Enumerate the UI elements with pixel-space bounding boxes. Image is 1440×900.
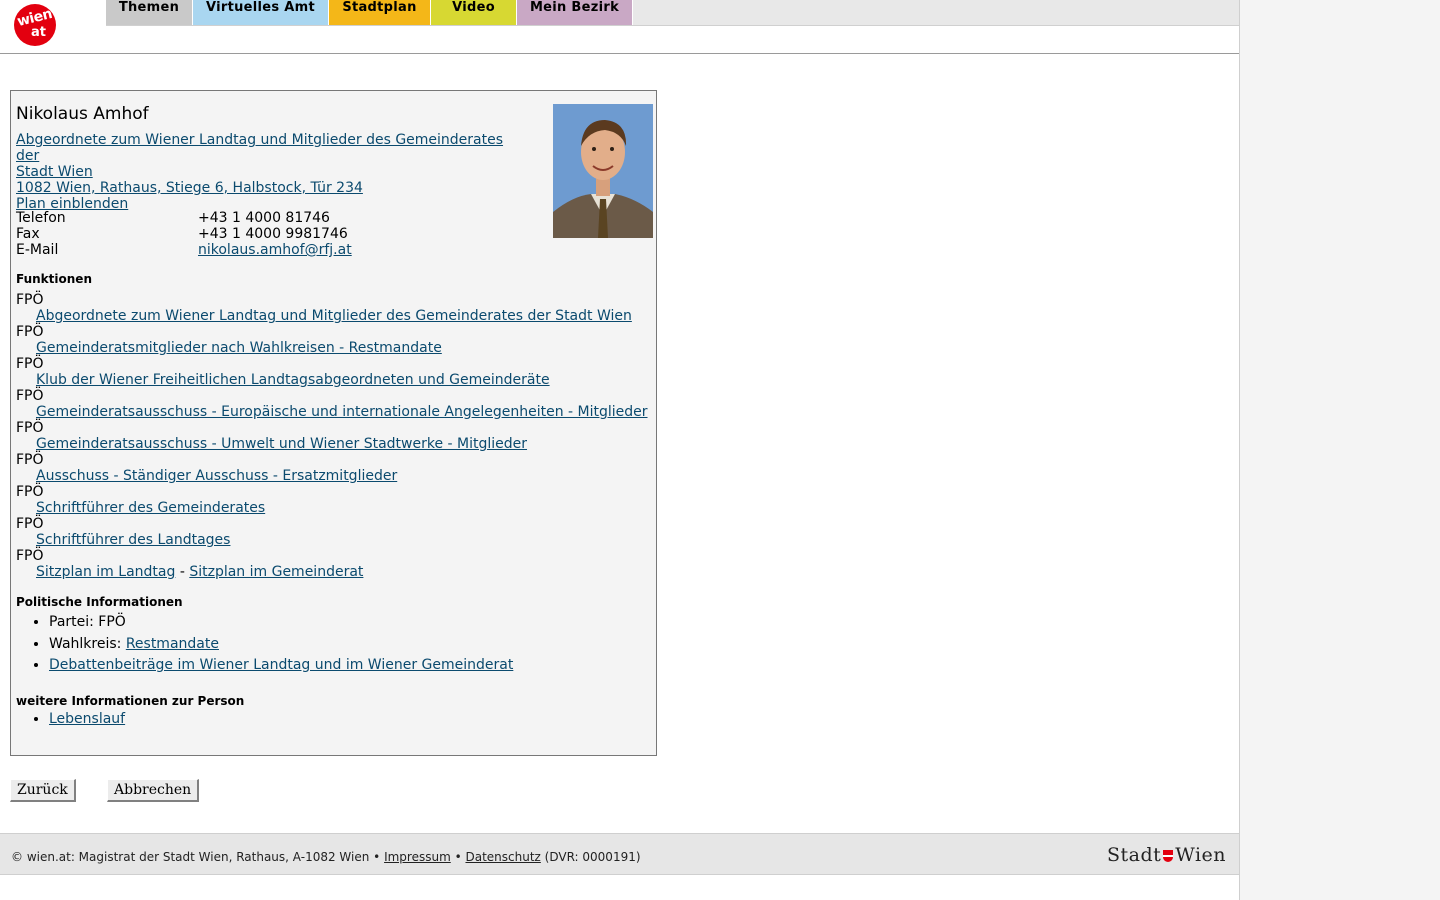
fax-label: Fax [16,226,40,242]
tab-themen[interactable]: Themen [106,0,193,25]
funktionen-heading: Funktionen [16,272,92,286]
function-link[interactable]: Schriftführer des Gemeinderates [16,500,648,516]
tab-mein-bezirk[interactable]: Mein Bezirk [517,0,633,25]
logo-wien-text: Wien [1175,844,1227,866]
function-link[interactable]: Klub der Wiener Freiheitlichen Landtagsa… [16,372,648,388]
contact-row-fax: Fax +43 1 4000 9981746 [16,226,416,242]
logo-stadt-text: Stadt [1107,844,1162,866]
party-label: FPÖ [16,324,44,340]
tab-video[interactable]: Video [431,0,517,25]
person-panel: Nikolaus Amhof Abgeordnete zum Wiener La… [10,90,657,756]
wahlkreis-link[interactable]: Restmandate [126,636,219,652]
weitere-informationen-heading: weitere Informationen zur Person [16,694,245,708]
party-label: FPÖ [16,548,44,564]
function-link[interactable]: Ausschuss - Ständiger Ausschuss - Ersatz… [16,468,648,484]
function-link[interactable]: Gemeinderatsausschuss - Umwelt und Wiene… [16,436,648,452]
datenschutz-link[interactable]: Datenschutz [465,850,540,864]
contact-block: Telefon +43 1 4000 81746 Fax +43 1 4000 … [16,210,416,258]
party-label: FPÖ [16,356,44,372]
affiliation-link-line1[interactable]: Abgeordnete zum Wiener Landtag und Mitgl… [16,132,516,164]
politische-informationen-heading: Politische Informationen [16,595,183,609]
phone-label: Telefon [16,210,66,226]
footer-copyright: © wien.at: Magistrat der Stadt Wien, Rat… [11,850,385,864]
debattenbeitraege-link[interactable]: Debattenbeiträge im Wiener Landtag und i… [49,657,513,673]
header: wien at Themen Virtuelles Amt Stadtplan … [0,0,1239,54]
tab-virtuelles-amt[interactable]: Virtuelles Amt [193,0,329,25]
list-item: Wahlkreis: Restmandate [49,634,513,656]
function-link[interactable]: Abgeordnete zum Wiener Landtag und Mitgl… [16,308,648,324]
function-link[interactable]: Gemeinderatsausschuss - Europäische und … [16,404,648,420]
sitzplan-gemeinderat-link[interactable]: Sitzplan im Gemeinderat [189,564,363,580]
sitzplan-separator: - [175,564,190,580]
affiliation-link-line2[interactable]: Stadt Wien [16,164,516,180]
page: wien at Themen Virtuelles Amt Stadtplan … [0,0,1240,900]
footer-bullet: • [450,850,466,864]
address-link[interactable]: 1082 Wien, Rathaus, Stiege 6, Halbstock,… [16,180,516,196]
party-label: FPÖ [16,420,44,436]
footer-text: © wien.at: Magistrat der Stadt Wien, Rat… [11,850,641,864]
cancel-button[interactable]: Abbrechen [107,779,200,802]
politische-informationen-list: Partei: FPÖ Wahlkreis: Restmandate Debat… [16,612,513,677]
function-link[interactable]: Gemeinderatsmitglieder nach Wahlkreisen … [16,340,648,356]
person-photo [553,104,653,238]
back-button[interactable]: Zurück [10,779,76,802]
wien-at-logo[interactable]: wien at [14,4,56,46]
party-label: FPÖ [16,452,44,468]
email-label: E-Mail [16,242,59,258]
phone-value: +43 1 4000 81746 [198,210,330,226]
sitzplan-row: Sitzplan im Landtag - Sitzplan im Gemein… [16,564,648,580]
impressum-link[interactable]: Impressum [384,850,451,864]
footer: © wien.at: Magistrat der Stadt Wien, Rat… [0,833,1239,875]
weitere-informationen-list: Lebenslauf [16,711,125,727]
party-label: FPÖ [16,292,44,308]
wien-shield-icon [1163,850,1174,862]
lebenslauf-link[interactable]: Lebenslauf [49,711,125,727]
contact-row-email: E-Mail nikolaus.amhof@rfj.at [16,242,416,258]
footer-dvr: (DVR: 0000191) [540,850,641,864]
stadt-wien-logo[interactable]: Stadt Wien [1107,844,1226,866]
person-name: Nikolaus Amhof [16,104,149,124]
fax-value: +43 1 4000 9981746 [198,226,348,242]
logo-text-bottom: at [31,25,46,40]
portrait-image [553,104,653,238]
tab-stadtplan[interactable]: Stadtplan [329,0,431,25]
address-block: Abgeordnete zum Wiener Landtag und Mitgl… [16,132,516,212]
funktionen-list: FPÖ Abgeordnete zum Wiener Landtag und M… [16,292,648,580]
party-label: FPÖ [16,516,44,532]
list-item: Partei: FPÖ [49,612,513,634]
wahlkreis-label: Wahlkreis: [49,635,126,652]
list-item: Lebenslauf [49,711,125,727]
function-link[interactable]: Schriftführer des Landtages [16,532,648,548]
sitzplan-landtag-link[interactable]: Sitzplan im Landtag [36,564,175,580]
partei-text: Partei: FPÖ [49,614,126,630]
party-label: FPÖ [16,484,44,500]
contact-row-phone: Telefon +43 1 4000 81746 [16,210,416,226]
email-link[interactable]: nikolaus.amhof@rfj.at [198,242,352,258]
list-item: Debattenbeiträge im Wiener Landtag und i… [49,655,513,677]
party-label: FPÖ [16,388,44,404]
